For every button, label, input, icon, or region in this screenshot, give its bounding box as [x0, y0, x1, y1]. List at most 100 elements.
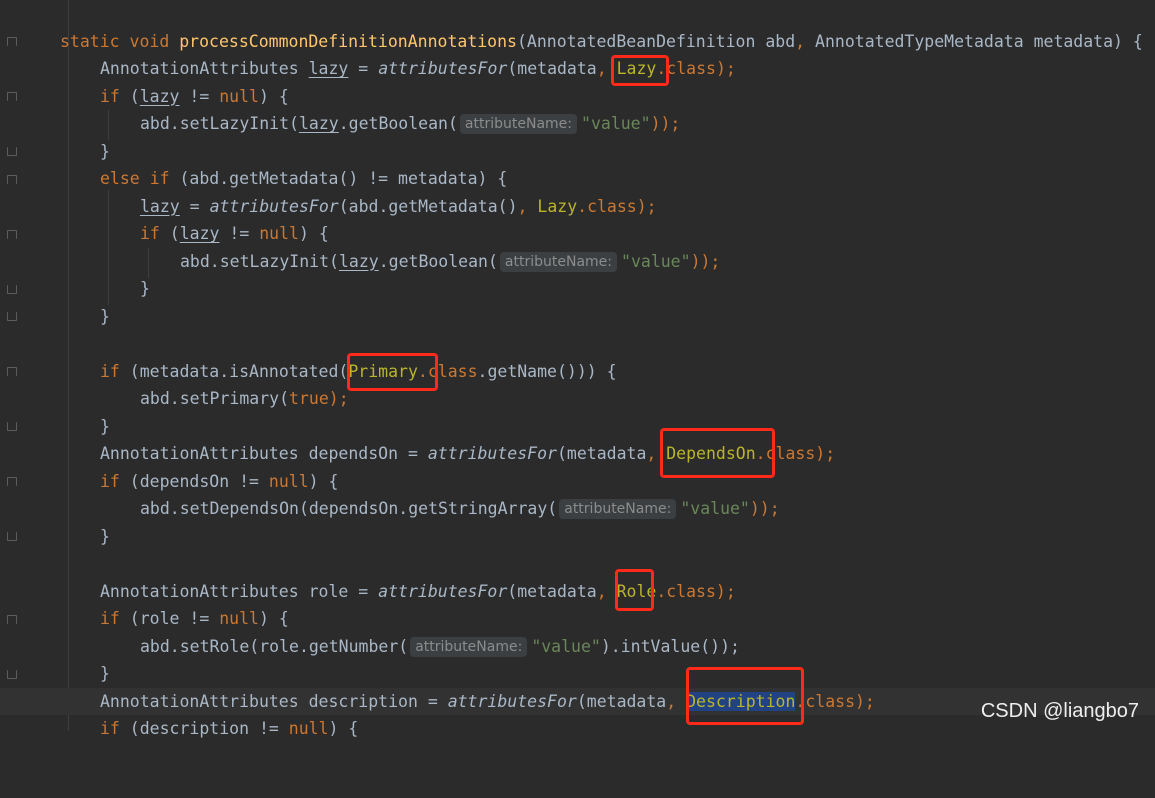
code-text: (role != — [119, 609, 220, 628]
code-line[interactable]: abd.setPrimary(true); — [0, 385, 1155, 413]
parameter-hint: attributeName: — [559, 499, 677, 519]
keyword: class — [587, 196, 637, 216]
code-text: ); — [815, 444, 836, 463]
keyword: class — [765, 444, 816, 463]
code-text: != — [179, 86, 220, 106]
code-text: abd.setRole(role.getNumber( — [140, 636, 409, 656]
keyword: if — [100, 86, 120, 106]
string-literal: "value" — [621, 251, 691, 271]
code-line[interactable]: abd.setDependsOn(dependsOn.getStringArra… — [0, 495, 1155, 523]
keyword: true — [289, 389, 329, 408]
code-text: ); — [636, 196, 657, 216]
code-text: ); — [715, 581, 736, 601]
code-line[interactable]: lazy = attributesFor(abd.getMetadata(), … — [0, 193, 1155, 221]
code-line[interactable]: } — [0, 303, 1155, 331]
code-text: (abd.getMetadata() != metadata) { — [169, 169, 508, 188]
brace: } — [100, 416, 110, 436]
string-literal: "value" — [581, 114, 651, 133]
code-line[interactable]: if (lazy != null) { — [0, 83, 1155, 111]
code-line[interactable]: abd.setLazyInit(lazy.getBoolean(attribut… — [0, 110, 1155, 138]
keyword: class — [427, 361, 478, 381]
code-text: abd.setLazyInit( — [140, 114, 299, 133]
code-text: AnnotationAttributes description = — [100, 691, 448, 711]
code-text: (abd.getMetadata() — [338, 196, 518, 216]
brace: } — [100, 526, 110, 546]
code-text: ) { — [308, 471, 339, 491]
keyword: if — [100, 471, 120, 491]
code-line[interactable]: abd.setRole(role.getNumber(attributeName… — [0, 633, 1155, 661]
brace: } — [100, 141, 110, 161]
code-line[interactable]: AnnotationAttributes lazy = attributesFo… — [0, 55, 1155, 83]
parameter-hint: attributeName: — [459, 114, 578, 134]
comma: , — [596, 581, 607, 601]
code-text: )); — [690, 251, 721, 271]
local-variable: lazy — [298, 114, 339, 133]
code-text: (dependsOn != — [119, 471, 269, 491]
keyword: if — [100, 361, 120, 381]
comma: , — [795, 31, 806, 51]
code-text: = — [348, 59, 379, 78]
code-text: (metadata — [556, 444, 647, 463]
keyword: if — [100, 719, 120, 738]
keyword: null — [219, 609, 259, 628]
code-text: ) { — [258, 609, 289, 628]
code-text: ( — [119, 86, 140, 106]
code-text: (metadata — [576, 691, 667, 711]
code-line[interactable]: static void processCommonDefinitionAnnot… — [0, 28, 1155, 56]
string-literal: "value" — [680, 499, 750, 518]
code-text: ) { — [299, 224, 329, 243]
code-line[interactable]: AnnotationAttributes dependsOn = attribu… — [0, 440, 1155, 468]
code-text: (metadata — [507, 581, 597, 601]
local-variable: lazy — [139, 86, 180, 106]
watermark: CSDN @liangbo7 — [980, 700, 1139, 722]
code-text: . — [656, 581, 667, 601]
code-text: . — [656, 59, 667, 78]
comma: , — [596, 59, 607, 78]
code-line[interactable]: } — [0, 275, 1155, 303]
code-line[interactable]: } — [0, 660, 1155, 688]
brace: } — [100, 306, 110, 326]
code-line[interactable]: } — [0, 138, 1155, 166]
code-text: (metadata.isAnnotated( — [119, 361, 349, 381]
code-text: ); — [328, 389, 349, 408]
code-line[interactable]: if (lazy != null) { — [0, 220, 1155, 248]
keyword: null — [268, 471, 309, 491]
annotation-type: Lazy — [527, 196, 578, 216]
code-line[interactable]: abd.setLazyInit(lazy.getBoolean(attribut… — [0, 248, 1155, 276]
static-call: attributesFor — [378, 581, 508, 601]
code-line[interactable]: if (dependsOn != null) { — [0, 468, 1155, 496]
keyword: class — [666, 59, 716, 78]
code-text: ) { — [259, 86, 289, 106]
keyword: null — [219, 86, 259, 106]
local-variable: lazy — [338, 251, 379, 271]
code-text: . — [755, 444, 766, 463]
selected-annotation-type[interactable]: Description — [686, 691, 796, 711]
code-text: .getBoolean( — [338, 114, 458, 133]
parameter-hint: attributeName: — [410, 636, 528, 657]
code-line[interactable]: if (metadata.isAnnotated(Primary.class.g… — [0, 358, 1155, 386]
annotation-type: Primary — [348, 361, 418, 381]
code-line[interactable]: AnnotationAttributes role = attributesFo… — [0, 578, 1155, 606]
parameter-hint: attributeName: — [499, 251, 618, 272]
annotation-type: DependsOn — [656, 444, 756, 463]
static-call: attributesFor — [209, 196, 339, 216]
code-editor[interactable]: static void processCommonDefinitionAnnot… — [0, 0, 1155, 738]
local-variable: lazy — [140, 196, 180, 216]
code-line[interactable]: } — [0, 523, 1155, 551]
code-text: .getBoolean( — [378, 251, 498, 271]
keyword: static — [60, 31, 120, 51]
code-line[interactable]: else if (abd.getMetadata() != metadata) … — [0, 165, 1155, 193]
keyword: if — [100, 609, 120, 628]
keyword: if — [140, 224, 160, 243]
local-variable: lazy — [308, 59, 349, 78]
code-text: (description != — [119, 719, 289, 738]
code-text: . — [795, 691, 806, 711]
code-text: ) { — [328, 719, 359, 738]
code-line[interactable]: if (role != null) { — [0, 605, 1155, 633]
keyword: class — [666, 581, 716, 601]
code-text: AnnotationAttributes — [100, 59, 309, 78]
keyword: class — [805, 691, 855, 711]
keyword: null — [259, 224, 299, 243]
code-line[interactable]: } — [0, 413, 1155, 441]
